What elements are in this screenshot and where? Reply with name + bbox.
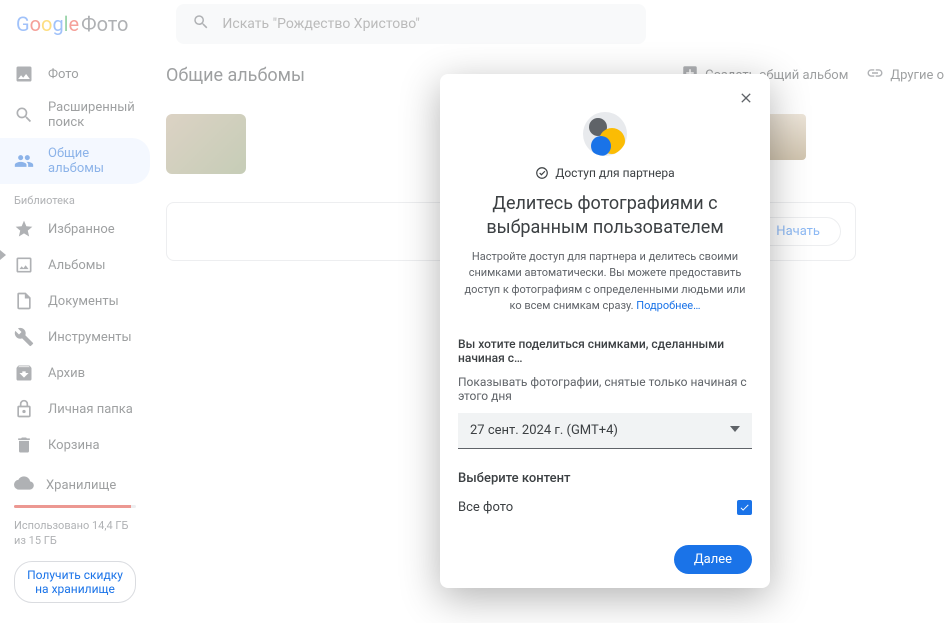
storage-cta-button[interactable]: Получить скидку на хранилище — [14, 561, 136, 603]
partner-access-badge: Доступ для партнера — [440, 166, 770, 180]
all-photos-label: Все фото — [458, 500, 513, 515]
content-section-title: Выберите контент — [458, 471, 752, 486]
next-button[interactable]: Далее — [674, 545, 752, 574]
partner-share-dialog: Доступ для партнера Делитесь фотографиям… — [440, 74, 770, 588]
dialog-description: Настройте доступ для партнера и делитесь… — [440, 249, 770, 315]
date-selector[interactable]: 27 сент. 2024 г. (GMT+4) — [458, 413, 752, 449]
date-hint: Показывать фотографии, снятые только нач… — [440, 365, 770, 409]
date-value: 27 сент. 2024 г. (GMT+4) — [470, 423, 618, 438]
share-since-question: Вы хотите поделиться снимками, сделанным… — [440, 315, 770, 365]
learn-more-link[interactable]: Подробнее… — [636, 299, 700, 312]
dropdown-caret-icon — [730, 423, 740, 438]
all-photos-checkbox[interactable] — [737, 500, 752, 515]
dialog-title: Делитесь фотографиями с выбранным пользо… — [440, 180, 770, 249]
dialog-close-button[interactable] — [732, 84, 760, 116]
dialog-graphic — [440, 74, 770, 156]
